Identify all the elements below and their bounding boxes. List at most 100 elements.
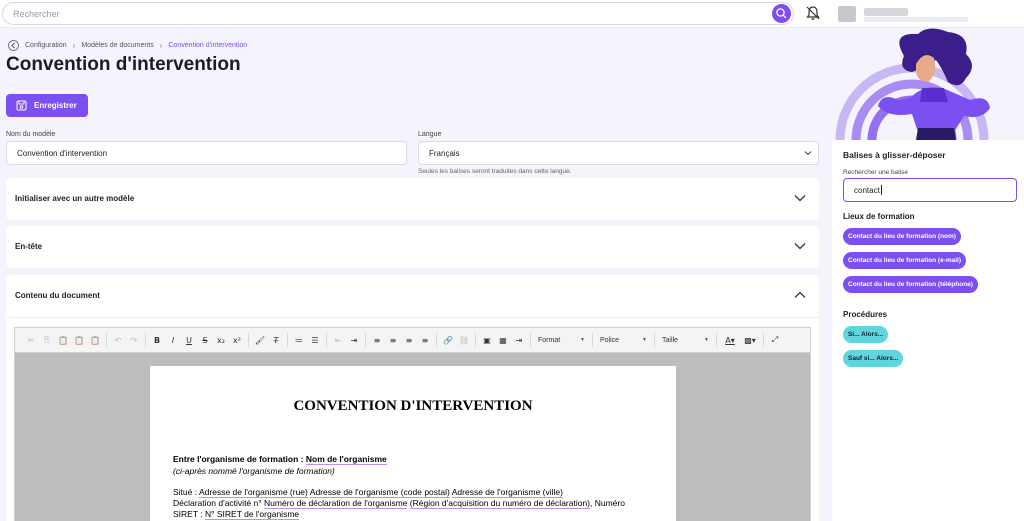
- toolbar-separator: [248, 333, 249, 347]
- font-label: Police: [600, 336, 620, 344]
- search-input[interactable]: [13, 7, 753, 21]
- image-icon[interactable]: ▣: [479, 332, 495, 348]
- format-dropdown[interactable]: Format ▼: [534, 332, 589, 348]
- chevron-down-icon: [794, 243, 806, 250]
- clear-format-icon[interactable]: T̶: [268, 332, 284, 348]
- size-dropdown[interactable]: Taille ▼: [658, 332, 713, 348]
- breadcrumb-configuration[interactable]: Configuration: [25, 42, 67, 49]
- tag-org-name[interactable]: Nom de l'organisme: [305, 454, 387, 465]
- toolbar-separator: [365, 333, 366, 347]
- page-break-icon[interactable]: ⇥: [511, 332, 527, 348]
- superscript-icon[interactable]: x²: [229, 332, 245, 348]
- group-title-procedures: Procédures: [843, 310, 888, 319]
- tag-declaration-region[interactable]: (Région d'acquisition du numéro de décla…: [409, 498, 591, 509]
- align-center-icon[interactable]: ≡: [385, 332, 401, 348]
- language-value: Français: [429, 148, 460, 158]
- breadcrumb-document-models[interactable]: Modèles de documents: [81, 42, 153, 49]
- outdent-icon[interactable]: ⇤: [330, 332, 346, 348]
- back-button[interactable]: [8, 39, 19, 51]
- size-label: Taille: [662, 336, 678, 344]
- tag-address-street[interactable]: Adresse de l'organisme (rue): [199, 487, 308, 498]
- bell-icon: [806, 6, 820, 20]
- org-line: Entre l'organisme de formation : Nom de …: [173, 454, 387, 465]
- toolbar-separator: [716, 333, 717, 347]
- indent-icon[interactable]: ⇥: [346, 332, 362, 348]
- chevron-left-icon: [11, 42, 15, 48]
- redo-icon[interactable]: ↷: [126, 332, 142, 348]
- declaration-line: Déclaration d'activité n° Numéro de décl…: [173, 498, 625, 509]
- panel-init-template[interactable]: Initialiser avec un autre modèle: [6, 178, 819, 220]
- user-name-redacted: [864, 8, 908, 16]
- tag-siret[interactable]: N° SIRET de l'organisme: [204, 509, 300, 520]
- situe-label: Situé :: [173, 487, 199, 497]
- cut-icon[interactable]: ✂: [23, 332, 39, 348]
- chevron-up-icon[interactable]: [794, 291, 806, 299]
- language-select[interactable]: Français: [418, 141, 819, 165]
- top-bar: [0, 0, 1024, 28]
- font-dropdown[interactable]: Police ▼: [596, 332, 651, 348]
- text-color-icon[interactable]: A▾: [720, 332, 740, 348]
- toolbar-separator: [287, 333, 288, 347]
- model-name-label: Nom du modèle: [6, 131, 56, 138]
- panel-header[interactable]: En-tête: [6, 226, 819, 268]
- numero-label: , Numéro: [590, 498, 625, 508]
- dropdown-arrow-icon: ▼: [704, 337, 709, 343]
- background-color-icon[interactable]: ▩▾: [740, 332, 760, 348]
- maximize-icon[interactable]: ⤢: [767, 332, 783, 348]
- tag-chip-location-contact-email[interactable]: Contact du lieu de formation (e-mail): [843, 252, 967, 269]
- document-page[interactable]: CONVENTION D'INTERVENTION Entre l'organi…: [150, 366, 676, 521]
- org-intro: Entre l'organisme de formation :: [173, 454, 306, 464]
- chevron-right-icon: ›: [159, 40, 163, 50]
- tag-address-city[interactable]: Adresse de l'organisme (ville): [451, 487, 563, 498]
- search-button[interactable]: [772, 4, 791, 23]
- align-left-icon[interactable]: ≡: [369, 332, 385, 348]
- notifications-button[interactable]: [805, 5, 821, 22]
- user-info-redacted: [864, 17, 968, 22]
- link-icon[interactable]: 🔗: [440, 332, 456, 348]
- avatar[interactable]: [838, 6, 856, 22]
- underline-icon[interactable]: U: [181, 332, 197, 348]
- unlink-icon[interactable]: ⛓: [456, 332, 472, 348]
- chevron-right-icon: ›: [72, 40, 76, 50]
- divider: [6, 317, 819, 318]
- tag-address-postal[interactable]: Adresse de l'organisme (code postal): [309, 487, 450, 498]
- table-icon[interactable]: ▦: [495, 332, 511, 348]
- panel-title: Initialiser avec un autre modèle: [15, 194, 135, 203]
- italic-icon[interactable]: I: [165, 332, 181, 348]
- tag-search-input[interactable]: contact: [843, 178, 1017, 202]
- rich-text-editor: ✂ ⎘ 📋 📋 📋 ↶ ↷ B I U S x₂ x² 🖌 T̶ ≔ ☰ ⇤ ⇥…: [14, 327, 811, 521]
- tag-chip-location-contact-phone[interactable]: Contact du lieu de formation (téléphone): [843, 276, 978, 293]
- undo-icon[interactable]: ↶: [110, 332, 126, 348]
- search-icon: [776, 8, 787, 19]
- bold-icon[interactable]: B: [149, 332, 165, 348]
- numbered-list-icon[interactable]: ≔: [291, 332, 307, 348]
- sidebar-illustration: [832, 28, 1024, 140]
- model-name-field[interactable]: Convention d'intervention: [6, 141, 407, 165]
- tag-declaration-number[interactable]: Numéro de déclaration de l'organisme: [264, 498, 408, 509]
- siret-intro: SIRET :: [173, 509, 205, 519]
- toolbar-separator: [326, 333, 327, 347]
- tag-chip-unless-then[interactable]: Sauf si... Alors...: [843, 350, 904, 367]
- declaration-intro: Déclaration d'activité n°: [173, 498, 262, 508]
- panel-title: Contenu du document: [15, 291, 100, 300]
- save-button-label: Enregistrer: [34, 101, 77, 110]
- format-painter-icon[interactable]: 🖌: [252, 332, 268, 348]
- paste-icon[interactable]: 📋: [55, 332, 71, 348]
- text-caret: [880, 185, 882, 195]
- subscript-icon[interactable]: x₂: [213, 332, 229, 348]
- save-button[interactable]: Enregistrer: [6, 94, 88, 117]
- strikethrough-icon[interactable]: S: [197, 332, 213, 348]
- bullet-list-icon[interactable]: ☰: [307, 332, 323, 348]
- toolbar-separator: [436, 333, 437, 347]
- language-hint: Seules les balises seront traduites dans…: [418, 168, 572, 175]
- paste-text-icon[interactable]: 📋: [71, 332, 87, 348]
- copy-icon[interactable]: ⎘: [39, 332, 55, 348]
- tag-chip-if-then[interactable]: Si... Alors...: [843, 326, 889, 343]
- editor-toolbar: ✂ ⎘ 📋 📋 📋 ↶ ↷ B I U S x₂ x² 🖌 T̶ ≔ ☰ ⇤ ⇥…: [15, 328, 810, 353]
- breadcrumb: Configuration › Modèles de documents › C…: [8, 39, 247, 51]
- align-justify-icon[interactable]: ≡: [417, 332, 433, 348]
- paste-word-icon[interactable]: 📋: [87, 332, 103, 348]
- align-right-icon[interactable]: ≡: [401, 332, 417, 348]
- tag-chip-location-contact-name[interactable]: Contact du lieu de formation (nom): [843, 228, 961, 245]
- floppy-disk-icon: [16, 100, 27, 111]
